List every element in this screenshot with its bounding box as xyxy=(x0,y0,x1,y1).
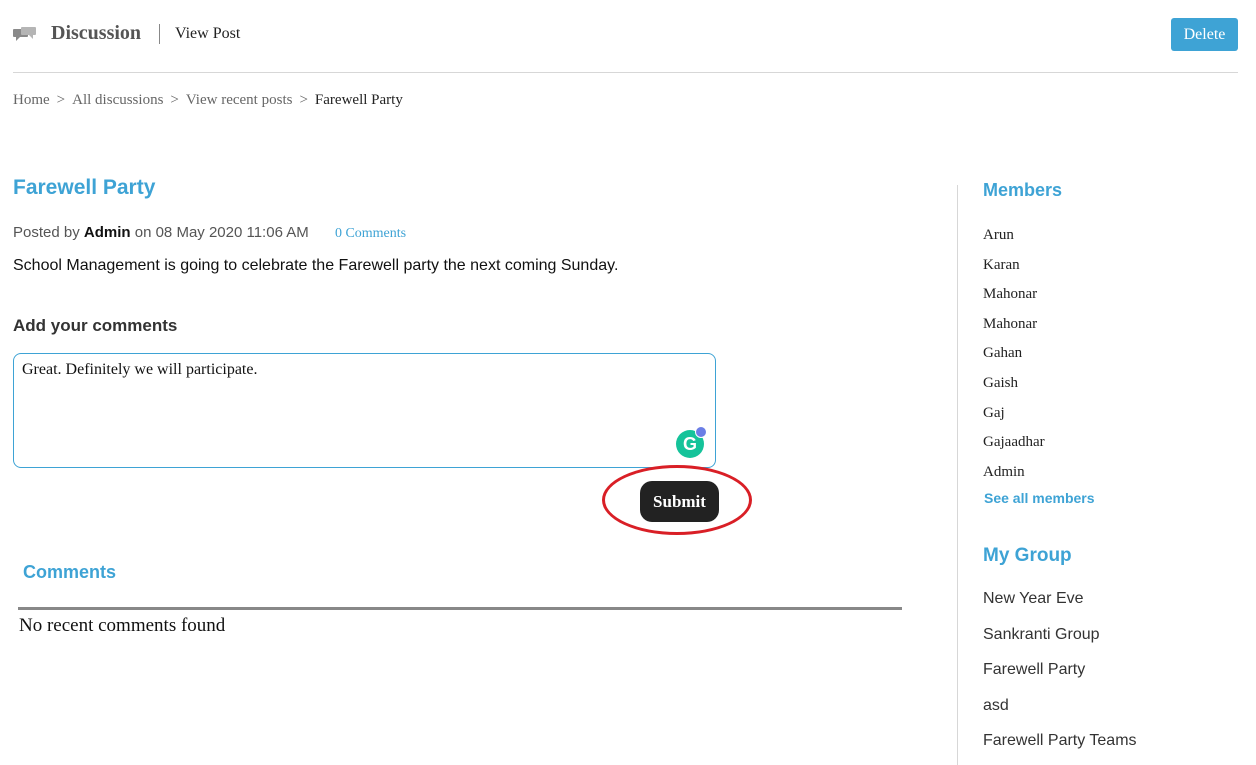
post-title: Farewell Party xyxy=(13,176,156,199)
group-item[interactable]: Sankranti Group xyxy=(983,625,1137,661)
post-meta: Posted by Admin on 08 May 2020 11:06 AM … xyxy=(13,224,406,242)
page-subtitle: View Post xyxy=(175,25,241,42)
group-item[interactable]: Farewell Party xyxy=(983,660,1137,696)
grammarly-notification-dot xyxy=(695,426,707,438)
posted-by-label: Posted by xyxy=(13,224,80,241)
empty-comments-message: No recent comments found xyxy=(19,615,226,636)
member-item: Mahonar xyxy=(983,315,1038,332)
breadcrumb-home[interactable]: Home xyxy=(13,92,50,108)
comments-count-link[interactable]: 0 Comments xyxy=(335,226,406,241)
delete-button[interactable]: Delete xyxy=(1171,18,1238,51)
breadcrumb-separator: > xyxy=(56,92,66,108)
comment-textarea[interactable] xyxy=(13,353,716,468)
comments-divider xyxy=(18,607,902,610)
group-item[interactable]: New Year Eve xyxy=(983,589,1137,625)
member-item: Arun xyxy=(983,227,1014,243)
breadcrumb: Home > All discussions > View recent posts > F… xyxy=(13,92,403,109)
submit-button[interactable]: Submit xyxy=(640,481,719,522)
post-body: School Management is going to celebrate … xyxy=(13,257,619,274)
member-item: Gaj xyxy=(983,404,1005,421)
date-prefix: on xyxy=(134,224,152,241)
breadcrumb-recent-posts[interactable]: View recent posts xyxy=(186,92,293,108)
members-list: Arun Karan Mahonar Mahonar Gahan Gaish G… xyxy=(983,225,1045,491)
my-group-heading: My Group xyxy=(983,545,1072,566)
member-item: Gaish xyxy=(983,374,1018,391)
post-author: Admin xyxy=(83,224,131,241)
member-item: Karan xyxy=(983,256,1020,273)
breadcrumb-separator: > xyxy=(299,92,308,108)
post-date: 08 May 2020 11:06 AM xyxy=(155,224,309,241)
header-divider xyxy=(159,24,160,44)
discussion-bubbles-icon xyxy=(13,27,37,43)
member-item: Admin xyxy=(983,463,1025,480)
member-item: Mahonar xyxy=(983,286,1038,303)
members-heading: Members xyxy=(983,180,1063,200)
group-item[interactable]: asd xyxy=(983,696,1137,732)
member-item: Gahan xyxy=(983,345,1023,362)
member-item: Gajaadhar xyxy=(983,434,1045,451)
module-title: Discussion xyxy=(51,22,142,44)
breadcrumb-all-discussions[interactable]: All discussions xyxy=(72,92,163,108)
sidebar-divider xyxy=(957,185,958,765)
comments-heading: Comments xyxy=(23,562,117,582)
see-all-members-link[interactable]: See all members xyxy=(984,490,1095,506)
page-header: Discussion View Post Delete xyxy=(13,18,1238,72)
group-list: New Year Eve Sankranti Group Farewell Pa… xyxy=(983,589,1137,765)
breadcrumb-separator: > xyxy=(170,92,179,108)
group-item[interactable]: Farewell Party Teams xyxy=(983,731,1137,765)
add-comments-heading: Add your comments xyxy=(13,316,178,335)
breadcrumb-current: Farewell Party xyxy=(314,92,403,108)
header-divider-line xyxy=(13,72,1238,73)
